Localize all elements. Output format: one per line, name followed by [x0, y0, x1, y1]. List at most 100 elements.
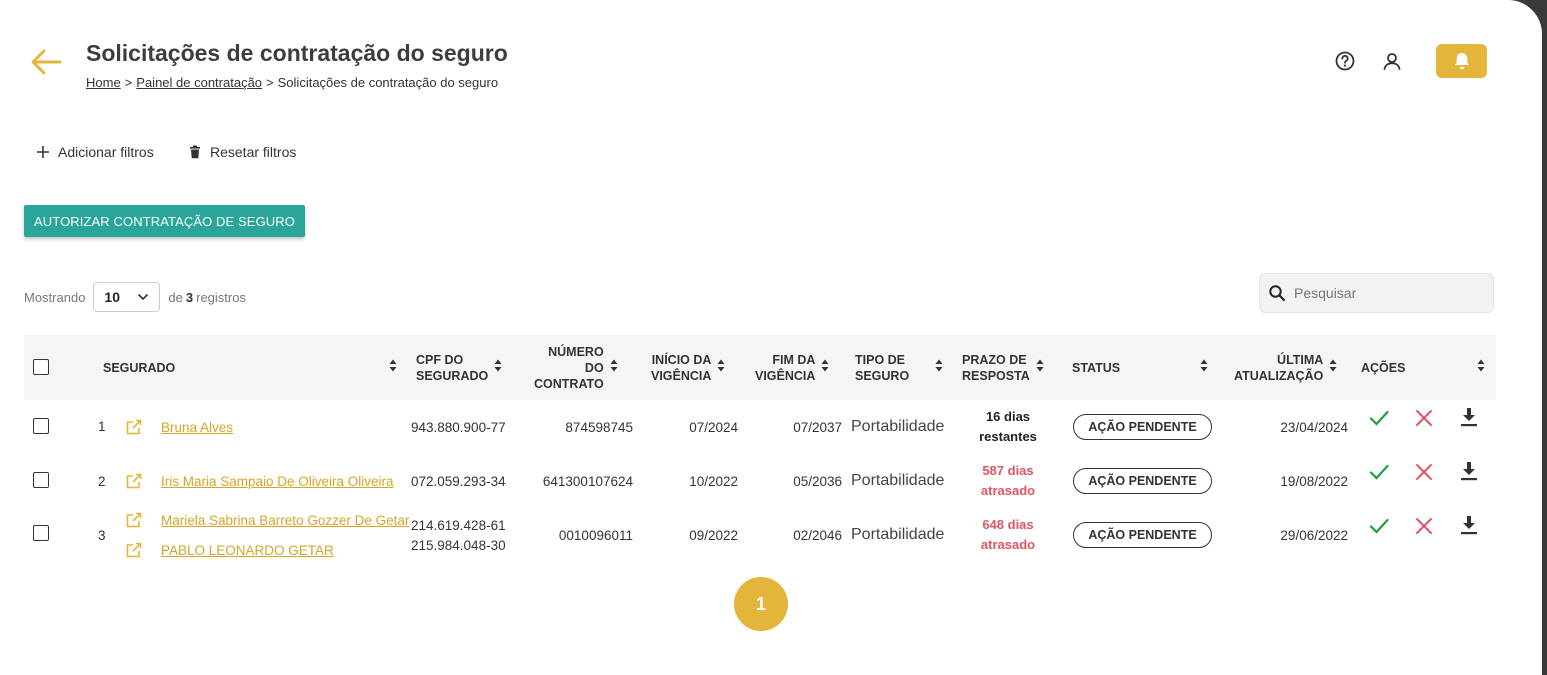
sort-icon[interactable]	[821, 359, 829, 372]
column-header-prazo[interactable]: PRAZO DE RESPOSTA	[962, 335, 1044, 400]
insured-name-link[interactable]: Bruna Alves	[161, 420, 233, 435]
add-filters-button[interactable]: Adicionar filtros	[36, 144, 154, 160]
insurance-type: Portabilidade	[851, 526, 945, 543]
insurance-type: Portabilidade	[851, 472, 945, 489]
column-header-inicio[interactable]: INÍCIO DA VIGÊNCIA	[651, 335, 725, 400]
contract-number: 641300107624	[542, 474, 633, 489]
deadline: 587 dias atrasado	[980, 463, 1036, 498]
status-badge: AÇÃO PENDENTE	[1073, 522, 1212, 548]
column-header-ultima[interactable]: ÚLTIMA ATUALIZAÇÃO	[1234, 335, 1337, 400]
last-update: 29/06/2022	[1280, 528, 1348, 543]
search-box	[1259, 273, 1494, 313]
sort-icon[interactable]	[1477, 359, 1485, 372]
last-update: 23/04/2024	[1280, 420, 1348, 435]
page-size-select[interactable]: 10	[93, 282, 161, 312]
showing-label: Mostrando	[24, 289, 86, 305]
plus-icon	[37, 146, 49, 158]
user-icon[interactable]	[1381, 50, 1403, 72]
approve-check-icon[interactable]	[1368, 407, 1390, 429]
sort-icon[interactable]	[610, 359, 618, 372]
sort-icon[interactable]	[717, 359, 725, 372]
page-size-value: 10	[104, 289, 120, 305]
help-icon[interactable]	[1334, 50, 1356, 72]
download-icon[interactable]	[1458, 460, 1480, 482]
deadline: 648 dias atrasado	[980, 517, 1036, 552]
download-icon[interactable]	[1458, 514, 1480, 536]
column-header-fim[interactable]: FIM DA VIGÊNCIA	[755, 335, 829, 400]
end-date: 07/2037	[793, 420, 842, 435]
chevron-down-icon	[138, 293, 149, 301]
contract-number: 0010096011	[558, 528, 633, 543]
sort-icon[interactable]	[389, 359, 397, 372]
authorize-insurance-button[interactable]: AUTORIZAR CONTRATAÇÃO DE SEGURO	[24, 205, 305, 237]
reject-close-icon[interactable]	[1413, 515, 1435, 537]
row-checkbox[interactable]	[33, 525, 49, 541]
insured-name-link[interactable]: Mariela Sabrina Barreto Gozzer De Getar	[161, 513, 409, 528]
external-link-icon[interactable]	[125, 511, 143, 529]
contract-number: 874598745	[565, 420, 633, 435]
row-checkbox[interactable]	[33, 472, 49, 488]
select-all-checkbox[interactable]	[33, 359, 49, 375]
deadline: 16 dias restantes	[979, 409, 1037, 444]
sort-icon[interactable]	[1329, 359, 1337, 372]
pagination-page-1[interactable]: 1	[734, 577, 788, 631]
search-icon	[1269, 285, 1286, 302]
breadcrumb-current: Solicitações de contratação do seguro	[277, 75, 499, 90]
reject-close-icon[interactable]	[1413, 407, 1435, 429]
breadcrumb-home[interactable]: Home	[86, 75, 121, 90]
start-date: 09/2022	[689, 528, 738, 543]
insured-cpf: 214.619.428-61	[411, 518, 506, 533]
table-row: 3 Mariela Sabrina Barreto Gozzer De Geta…	[24, 508, 1496, 564]
search-input[interactable]	[1294, 285, 1474, 301]
external-link-icon[interactable]	[125, 418, 143, 436]
approve-check-icon[interactable]	[1368, 461, 1390, 483]
insured-name-link[interactable]: Iris Maria Sampaio De Oliveira Oliveira	[161, 474, 394, 489]
insured-name-link[interactable]: PABLO LEONARDO GETAR	[161, 543, 334, 558]
sort-icon[interactable]	[935, 359, 943, 372]
of-label: de	[168, 289, 183, 305]
trash-icon	[190, 145, 200, 159]
column-header-segurado[interactable]: SEGURADO	[103, 335, 397, 400]
add-filters-label: Adicionar filtros	[58, 144, 154, 160]
external-link-icon[interactable]	[125, 472, 143, 490]
approve-check-icon[interactable]	[1368, 515, 1390, 537]
external-link-icon[interactable]	[125, 541, 143, 559]
row-checkbox[interactable]	[33, 418, 49, 434]
table-row: 1 Bruna Alves 943.880.900-77 874598745 0…	[24, 400, 1496, 454]
records-info: Mostrando 10 de 3 registros	[24, 282, 246, 312]
end-date: 02/2046	[793, 528, 842, 543]
row-index: 3	[98, 528, 106, 543]
page-title: Solicitações de contratação do seguro	[86, 40, 508, 66]
table-header: SEGURADO CPF DO SEGURADO NÚMERO DO CONTRATO…	[24, 335, 1496, 400]
column-header-status[interactable]: STATUS	[1072, 335, 1208, 400]
records-count: 3	[185, 289, 194, 305]
last-update: 19/08/2022	[1280, 474, 1348, 489]
reset-filters-label: Resetar filtros	[210, 144, 297, 160]
sort-icon[interactable]	[494, 359, 502, 372]
end-date: 05/2036	[793, 474, 842, 489]
column-header-acoes[interactable]: AÇÕES	[1361, 335, 1485, 400]
reset-filters-button[interactable]: Resetar filtros	[188, 144, 296, 160]
breadcrumb: Home > Painel de contratação > Solicitações …	[86, 75, 498, 90]
back-arrow-icon[interactable]	[30, 48, 62, 76]
status-badge: AÇÃO PENDENTE	[1073, 468, 1212, 494]
breadcrumb-separator: >	[124, 75, 133, 90]
sort-icon[interactable]	[1200, 359, 1208, 372]
status-badge: AÇÃO PENDENTE	[1073, 414, 1212, 440]
reject-close-icon[interactable]	[1413, 461, 1435, 483]
notifications-button[interactable]	[1436, 44, 1487, 78]
page: Solicitações de contratação do seguro Ho…	[0, 0, 1542, 675]
column-header-numero[interactable]: NÚMERO DO CONTRATO	[534, 335, 618, 400]
column-header-cpf[interactable]: CPF DO SEGURADO	[416, 335, 502, 400]
breadcrumb-separator: >	[266, 75, 274, 90]
insured-cpf: 215.984.048-30	[411, 538, 506, 553]
records-label: registros	[196, 289, 246, 305]
insured-cpf: 072.059.293-34	[411, 474, 506, 489]
column-header-tipo[interactable]: TIPO DE SEGURO	[855, 335, 943, 400]
breadcrumb-panel[interactable]: Painel de contratação	[136, 75, 262, 90]
download-icon[interactable]	[1458, 406, 1480, 428]
row-index: 1	[98, 419, 106, 434]
bell-icon	[1454, 53, 1469, 70]
sort-icon[interactable]	[1036, 359, 1044, 372]
insurance-type: Portabilidade	[851, 418, 945, 435]
